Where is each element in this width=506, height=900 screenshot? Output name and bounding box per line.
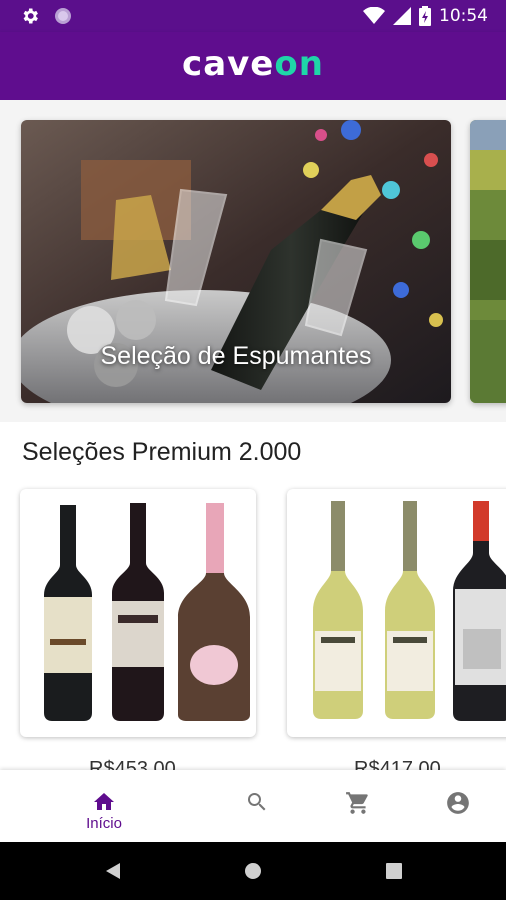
- home-circle-icon[interactable]: [244, 862, 262, 880]
- wifi-icon: [363, 7, 385, 24]
- banner-caption: Seleção de Espumantes: [100, 342, 372, 370]
- nav-home-label: Início: [86, 815, 122, 832]
- nav-item-search[interactable]: [207, 770, 307, 842]
- product-card[interactable]: [287, 489, 506, 737]
- status-bar: 10:54: [0, 0, 506, 32]
- battery-icon: [419, 6, 431, 26]
- recents-icon[interactable]: [386, 863, 402, 879]
- section-title: Seleções Premium 2.000: [22, 438, 302, 466]
- nav-item-home[interactable]: Início: [54, 770, 154, 842]
- signal-icon: [393, 7, 411, 25]
- product-card[interactable]: [20, 489, 256, 737]
- system-navigation-bar: [0, 842, 506, 900]
- back-icon[interactable]: [104, 862, 122, 880]
- status-time: 10:54: [439, 6, 488, 26]
- nav-item-cart[interactable]: [307, 770, 407, 842]
- product-image-wines: [44, 503, 250, 721]
- logo-part-on: on: [274, 44, 324, 84]
- home-icon: [94, 793, 114, 810]
- banner-next-image: [470, 120, 506, 403]
- product-image-wines: [313, 501, 506, 721]
- search-icon: [248, 793, 266, 811]
- banner-card-next[interactable]: [470, 120, 506, 403]
- settings-icon: [23, 8, 38, 24]
- app-screen: 10:54 caveon Seleção de Espumantes Seleç…: [0, 0, 506, 900]
- logo-part-cave: cave: [182, 44, 275, 84]
- bottom-navigation: Início: [0, 770, 506, 842]
- account-icon: [447, 792, 469, 814]
- app-bar: caveon: [0, 32, 506, 100]
- app-logo: caveon: [0, 44, 506, 84]
- cart-icon: [346, 792, 368, 814]
- banner-card-espumantes[interactable]: Seleção de Espumantes: [21, 120, 451, 403]
- nav-item-account[interactable]: [407, 770, 506, 842]
- circle-icon: [55, 8, 71, 24]
